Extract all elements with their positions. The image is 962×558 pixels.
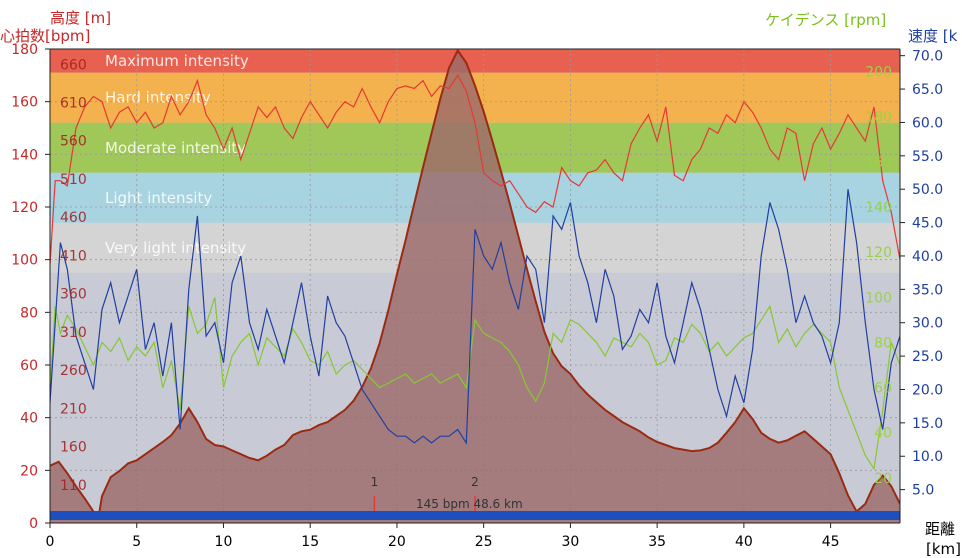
chart-svg: Maximum intensityHard intensityModerate … xyxy=(11,42,943,550)
speed-tick-label: 10.0 xyxy=(912,449,943,465)
speed-tick-label: 45.0 xyxy=(912,216,943,232)
speed-tick-label: 35.0 xyxy=(912,282,943,298)
hr-tick-label: 40 xyxy=(20,411,38,427)
lap-marker-label: 1 xyxy=(371,475,379,489)
altitude-tick-label: 510 xyxy=(60,172,87,188)
x-tick-label: 10 xyxy=(215,534,233,550)
x-tick-label: 0 xyxy=(46,534,55,550)
x-tick-label: 45 xyxy=(822,534,840,550)
altitude-tick-label: 310 xyxy=(60,325,87,341)
altitude-tick-label: 410 xyxy=(60,248,87,264)
distance-axis-unit: [km] xyxy=(926,540,962,558)
zone-label: Very light intensity xyxy=(105,239,246,257)
hr-tick-label: 160 xyxy=(11,95,38,111)
speed-axis-title: 速度 [k xyxy=(908,27,958,45)
altitude-axis-title: 高度 [m] xyxy=(50,9,112,27)
altitude-tick-label: 160 xyxy=(60,440,87,456)
hr-tick-label: 0 xyxy=(29,516,38,532)
x-tick-label: 40 xyxy=(735,534,753,550)
speed-tick-label: 60.0 xyxy=(912,115,943,131)
zone-label: Light intensity xyxy=(105,189,212,207)
altitude-tick-label: 260 xyxy=(60,363,87,379)
speed-tick-label: 55.0 xyxy=(912,149,943,165)
speed-tick-label: 30.0 xyxy=(912,316,943,332)
altitude-tick-label: 210 xyxy=(60,401,87,417)
speed-tick-label: 50.0 xyxy=(912,182,943,198)
hr-tick-label: 20 xyxy=(20,463,38,479)
cadence-tick-label: 60 xyxy=(874,381,892,397)
altitude-tick-label: 460 xyxy=(60,210,87,226)
hr-tick-label: 80 xyxy=(20,305,38,321)
heart-rate-axis-title: 心拍数[bpm] xyxy=(0,27,91,45)
hr-tick-label: 120 xyxy=(11,200,38,216)
x-tick-label: 35 xyxy=(648,534,666,550)
distance-baseline-bar xyxy=(50,511,900,520)
cadence-tick-label: 140 xyxy=(865,200,892,216)
altitude-tick-label: 660 xyxy=(60,57,87,73)
x-tick-label: 30 xyxy=(561,534,579,550)
zone-label: Hard intensity xyxy=(105,89,211,107)
speed-tick-label: 40.0 xyxy=(912,249,943,265)
cadence-tick-label: 120 xyxy=(865,245,892,261)
altitude-tick-label: 110 xyxy=(60,478,87,494)
cadence-tick-label: 40 xyxy=(874,426,892,442)
altitude-tick-label: 360 xyxy=(60,287,87,303)
zone-label: Maximum intensity xyxy=(105,52,249,70)
speed-tick-label: 25.0 xyxy=(912,349,943,365)
cadence-tick-label: 20 xyxy=(874,471,892,487)
cadence-tick-label: 160 xyxy=(865,155,892,171)
x-tick-label: 25 xyxy=(475,534,493,550)
x-tick-label: 5 xyxy=(132,534,141,550)
hr-tick-label: 140 xyxy=(11,147,38,163)
altitude-tick-label: 610 xyxy=(60,96,87,112)
cadence-axis-title: ケイデンス [rpm] xyxy=(765,11,887,29)
altitude-tick-label: 560 xyxy=(60,134,87,150)
cadence-tick-label: 180 xyxy=(865,110,892,126)
speed-tick-label: 15.0 xyxy=(912,416,943,432)
speed-tick-label: 65.0 xyxy=(912,82,943,98)
speed-tick-label: 5.0 xyxy=(912,483,934,499)
distance-axis-title: 距離 xyxy=(925,520,956,538)
cadence-tick-label: 200 xyxy=(865,65,892,81)
x-tick-label: 20 xyxy=(388,534,406,550)
hr-tick-label: 60 xyxy=(20,358,38,374)
cursor-readout: 145 bpm 48.6 km xyxy=(416,497,523,511)
cadence-tick-label: 80 xyxy=(874,335,892,351)
hr-tick-label: 100 xyxy=(11,253,38,269)
x-tick-label: 15 xyxy=(301,534,319,550)
lap-marker-label: 2 xyxy=(471,475,479,489)
cadence-tick-label: 100 xyxy=(865,290,892,306)
speed-tick-label: 70.0 xyxy=(912,49,943,65)
speed-tick-label: 20.0 xyxy=(912,382,943,398)
